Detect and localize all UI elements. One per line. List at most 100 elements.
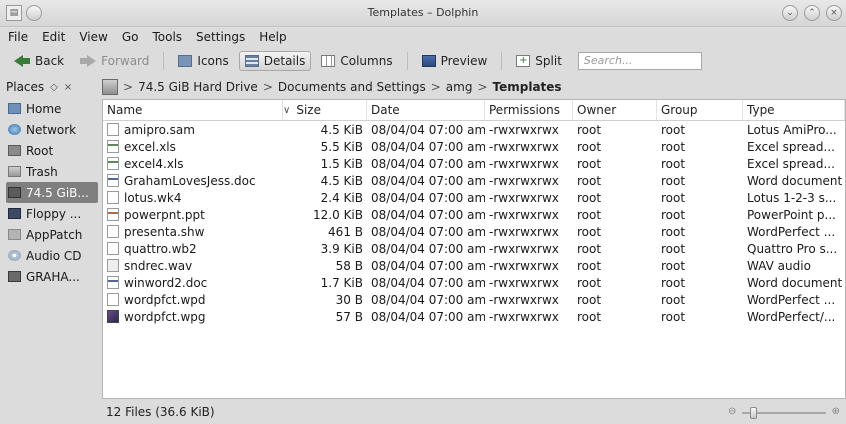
breadcrumb-item[interactable]: Documents and Settings	[278, 80, 426, 94]
column-header-owner[interactable]: Owner	[573, 100, 657, 120]
table-row[interactable]: wordpfct.wpd 30 B 08/04/04 07:00 am -rwxrwx…	[103, 291, 845, 308]
place-floppy[interactable]: Floppy ...	[6, 203, 98, 224]
back-button[interactable]: Back	[8, 51, 70, 71]
column-header-size-label: Size	[296, 103, 321, 117]
place-home[interactable]: Home	[6, 98, 98, 119]
place-label: Home	[26, 101, 62, 116]
zoom-out-icon[interactable]: ⊖	[728, 406, 736, 417]
column-header-permissions[interactable]: Permissions	[485, 100, 573, 120]
place-hard-drive[interactable]: 74.5 GiB...	[6, 182, 98, 203]
menu-help[interactable]: Help	[259, 30, 286, 44]
minimize-icon[interactable]: ⌄	[782, 5, 798, 21]
table-row[interactable]: presenta.shw 461 B 08/04/04 07:00 am -rwxrw…	[103, 223, 845, 240]
title-bar: ▤ Templates – Dolphin ⌄ ⌃ ×	[0, 0, 846, 27]
file-type-cell: PowerPoint p...	[747, 207, 836, 222]
file-date-cell: 08/04/04 07:00 am	[371, 207, 485, 222]
columns-view-button[interactable]: Columns	[315, 51, 398, 71]
file-owner-cell: root	[577, 156, 602, 171]
breadcrumb-current[interactable]: Templates	[493, 80, 562, 94]
column-header-name[interactable]: Name	[103, 100, 283, 120]
menu-bar: File Edit View Go Tools Settings Help	[0, 26, 846, 48]
icons-view-icon	[178, 55, 193, 67]
file-size-cell: 5.5 KiB	[320, 139, 363, 154]
zoom-handle[interactable]	[750, 407, 757, 419]
maximize-icon[interactable]: ⌃	[804, 5, 820, 21]
place-label: Root	[26, 143, 54, 158]
file-size-cell: 461 B	[328, 224, 363, 239]
table-row[interactable]: powerpnt.ppt 12.0 KiB 08/04/04 07:00 am -rw…	[103, 206, 845, 223]
status-text: 12 Files (36.6 KiB)	[106, 405, 215, 419]
menu-settings[interactable]: Settings	[196, 30, 245, 44]
menu-tools[interactable]: Tools	[152, 30, 182, 44]
file-name-cell: sndrec.wav	[103, 257, 283, 274]
file-name-text: excel.xls	[124, 139, 176, 154]
document-icon	[107, 293, 119, 306]
preview-button[interactable]: Preview	[416, 51, 494, 71]
column-header-size[interactable]: ∨ Size	[283, 100, 367, 120]
menu-file[interactable]: File	[8, 30, 28, 44]
menu-view[interactable]: View	[79, 30, 107, 44]
table-row[interactable]: excel.xls 5.5 KiB 08/04/04 07:00 am -rwxrwx…	[103, 138, 845, 155]
details-view-label: Details	[263, 54, 306, 68]
table-row[interactable]: winword2.doc 1.7 KiB 08/04/04 07:00 am -rwx…	[103, 274, 845, 291]
file-size-cell: 1.5 KiB	[320, 156, 363, 171]
split-icon: +	[516, 55, 531, 67]
place-apppatch[interactable]: AppPatch	[6, 224, 98, 245]
file-name-text: sndrec.wav	[124, 258, 193, 273]
table-row[interactable]: amipro.sam 4.5 KiB 08/04/04 07:00 am -rwxrw…	[103, 121, 845, 138]
table-row[interactable]: excel4.xls 1.5 KiB 08/04/04 07:00 am -rwxrw…	[103, 155, 845, 172]
place-root[interactable]: Root	[6, 140, 98, 161]
file-owner-cell: root	[577, 190, 602, 205]
close-panel-icon[interactable]: ×	[64, 82, 72, 93]
main-toolbar: Back Forward Icons Details Columns Previ…	[0, 48, 846, 74]
file-owner-cell: root	[577, 292, 602, 307]
place-graha[interactable]: GRAHA...	[6, 266, 98, 287]
zoom-in-icon[interactable]: ⊕	[832, 406, 840, 417]
file-list[interactable]: Name ∨ Size Date Permissions Owner Group…	[102, 99, 846, 399]
file-permissions-cell: -rwxrwxrwx	[489, 309, 559, 324]
place-audio-cd[interactable]: Audio CD	[6, 245, 98, 266]
file-type-cell: Word document	[747, 275, 843, 290]
place-network[interactable]: Network	[6, 119, 98, 140]
place-trash[interactable]: Trash	[6, 161, 98, 182]
menu-edit[interactable]: Edit	[42, 30, 65, 44]
place-label: GRAHA...	[26, 269, 80, 284]
table-row[interactable]: GrahamLovesJess.doc 4.5 KiB 08/04/04 07:00…	[103, 172, 845, 189]
file-permissions-cell: -rwxrwxrwx	[489, 207, 559, 222]
file-name-text: excel4.xls	[124, 156, 184, 171]
document-icon	[107, 191, 119, 204]
place-label: Network	[26, 122, 77, 137]
menu-go[interactable]: Go	[122, 30, 139, 44]
toolbar-separator	[163, 52, 165, 70]
icons-view-button[interactable]: Icons	[172, 51, 234, 71]
file-size-cell: 57 B	[335, 309, 363, 324]
forward-button[interactable]: Forward	[74, 51, 155, 71]
forward-label: Forward	[101, 54, 150, 68]
column-header-group[interactable]: Group	[657, 100, 743, 120]
zoom-slider[interactable]: ⊖ ⊕	[728, 406, 840, 419]
breadcrumb-item[interactable]: amg	[446, 80, 473, 94]
column-header-type[interactable]: Type	[743, 100, 845, 120]
file-size-cell: 2.4 KiB	[320, 190, 363, 205]
search-input[interactable]: Search...	[577, 52, 702, 70]
column-header-date[interactable]: Date	[367, 100, 485, 120]
file-name-cell: amipro.sam	[103, 121, 283, 138]
close-icon[interactable]: ×	[826, 5, 842, 21]
file-owner-cell: root	[577, 275, 602, 290]
file-name-text: presenta.shw	[124, 224, 205, 239]
file-owner-cell: root	[577, 309, 602, 324]
file-permissions-cell: -rwxrwxrwx	[489, 156, 559, 171]
table-row[interactable]: sndrec.wav 58 B 08/04/04 07:00 am -rwxrwxrw…	[103, 257, 845, 274]
details-view-button[interactable]: Details	[238, 51, 312, 71]
table-row[interactable]: wordpfct.wpg 57 B 08/04/04 07:00 am -rwxrwx…	[103, 308, 845, 325]
breadcrumb-item[interactable]: 74.5 GiB Hard Drive	[138, 80, 258, 94]
float-panel-icon[interactable]: ◇	[50, 82, 58, 93]
file-date-cell: 08/04/04 07:00 am	[371, 241, 485, 256]
file-group-cell: root	[661, 173, 686, 188]
table-row[interactable]: lotus.wk4 2.4 KiB 08/04/04 07:00 am -rwxrwx…	[103, 189, 845, 206]
file-name-text: quattro.wb2	[124, 241, 197, 256]
hard-drive-icon[interactable]	[102, 79, 118, 95]
split-button[interactable]: + Split	[510, 51, 568, 71]
file-name-text: lotus.wk4	[124, 190, 182, 205]
table-row[interactable]: quattro.wb2 3.9 KiB 08/04/04 07:00 am -rwxr…	[103, 240, 845, 257]
